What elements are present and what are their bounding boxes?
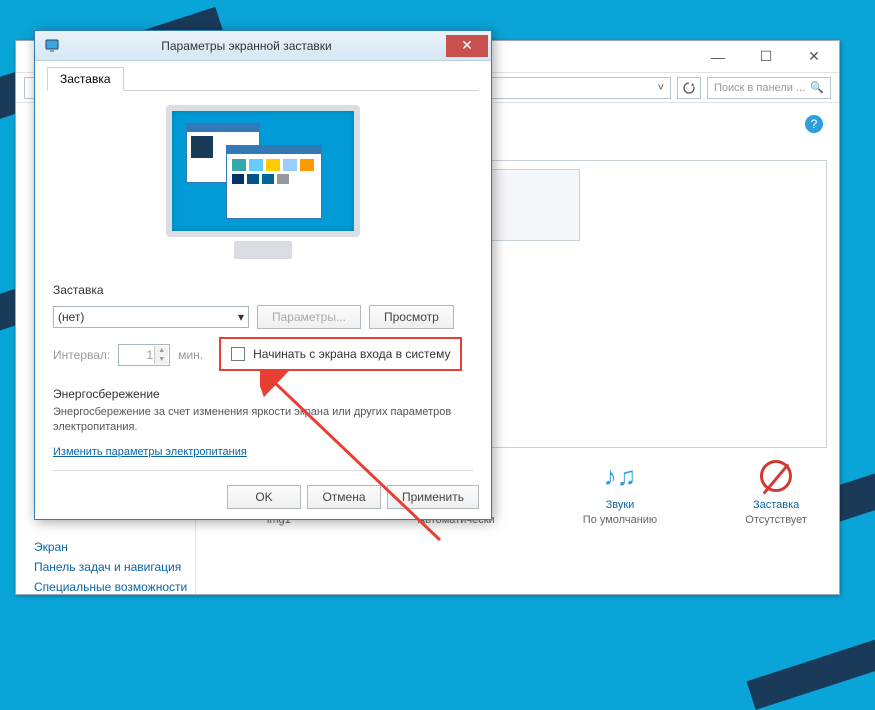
- cancel-button[interactable]: Отмена: [307, 485, 381, 509]
- search-placeholder: Поиск в панели ...: [714, 82, 805, 94]
- interval-unit: мин.: [178, 348, 203, 362]
- highlighted-option: Начинать с экрана входа в систему: [219, 337, 462, 371]
- tab-strip: Заставка: [47, 67, 479, 91]
- preview-area: [47, 91, 479, 277]
- screensaver-label: Заставка: [53, 283, 479, 297]
- tab-screensaver[interactable]: Заставка: [47, 67, 124, 91]
- spin-up[interactable]: ▲: [154, 346, 168, 355]
- monitor-preview: [166, 105, 360, 265]
- link-sounds[interactable]: ♪♫ Звуки По умолчанию: [583, 456, 657, 526]
- screensaver-dialog: Параметры экранной заставки ✕ Заставка: [34, 30, 492, 520]
- dialog-close-button[interactable]: ✕: [446, 35, 488, 57]
- link-sub: По умолчанию: [583, 514, 657, 526]
- minimize-button[interactable]: —: [695, 46, 741, 68]
- link-screensaver[interactable]: Заставка Отсутствует: [745, 456, 807, 526]
- maximize-button[interactable]: ☐: [743, 46, 789, 68]
- interval-input[interactable]: 1 ▲▼: [118, 344, 170, 366]
- theme-item[interactable]: [477, 169, 587, 257]
- dialog-title: Параметры экранной заставки: [71, 39, 422, 53]
- dialog-icon: [43, 36, 63, 56]
- help-icon[interactable]: ?: [805, 115, 823, 133]
- refresh-button[interactable]: [677, 77, 701, 99]
- link-sub: Отсутствует: [745, 514, 807, 526]
- side-link-taskbar[interactable]: Панель задач и навигация: [16, 557, 195, 577]
- side-link-screen[interactable]: Экран: [16, 537, 195, 557]
- link-label: Заставка: [753, 499, 799, 511]
- side-link-accessibility[interactable]: Специальные возможности: [16, 577, 195, 597]
- breadcrumb-dropdown[interactable]: ˅: [658, 82, 664, 94]
- apply-button[interactable]: Применить: [387, 485, 479, 509]
- preview-button[interactable]: Просмотр: [369, 305, 454, 329]
- search-input[interactable]: Поиск в панели ... 🔍: [707, 77, 831, 99]
- power-link[interactable]: Изменить параметры электропитания: [53, 446, 247, 458]
- dialog-titlebar: Параметры экранной заставки ✕: [35, 31, 491, 61]
- power-heading: Энергосбережение: [53, 387, 473, 401]
- power-text: Энергосбережение за счет изменения яркос…: [53, 405, 473, 436]
- select-value: (нет): [58, 310, 84, 324]
- dialog-buttons: OK Отмена Применить: [227, 485, 479, 509]
- screensaver-select[interactable]: (нет) ▾: [53, 306, 249, 328]
- checkbox-label: Начинать с экрана входа в систему: [253, 347, 450, 361]
- resume-login-checkbox[interactable]: [231, 347, 245, 361]
- params-button[interactable]: Параметры...: [257, 305, 361, 329]
- ok-button[interactable]: OK: [227, 485, 301, 509]
- link-label: Звуки: [606, 499, 635, 511]
- chevron-down-icon: ▾: [238, 310, 244, 324]
- interval-label: Интервал:: [53, 348, 110, 362]
- close-button[interactable]: ✕: [791, 46, 837, 68]
- interval-value: 1: [147, 348, 154, 362]
- spin-down[interactable]: ▼: [154, 355, 168, 364]
